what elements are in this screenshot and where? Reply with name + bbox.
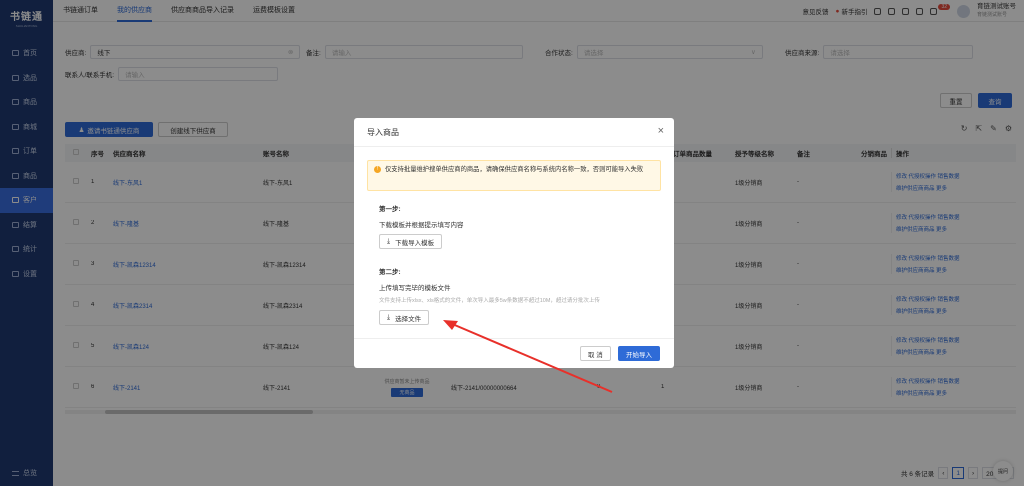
modal-divider-top [354,146,674,147]
warning-icon: ! [374,166,381,173]
download-label: 下载导入模板 [395,239,435,247]
choose-file-label: 选择文件 [395,315,422,323]
modal-divider-bottom [354,338,674,339]
choose-file-button[interactable]: ⤓ 选择文件 [379,310,430,325]
download-icon: ⤓ [387,237,391,245]
step2-title: 第二步: [379,269,401,276]
modal-title: 导入商品 [367,128,399,137]
start-import-button[interactable]: 开始导入 [618,346,660,361]
download-template-button[interactable]: ⤓ 下载导入模板 [379,234,443,249]
step2-desc: 上传填写完毕的模板文件 [379,285,451,292]
upload-file-icon: ⤓ [387,313,391,321]
step1-title: 第一步: [379,206,401,213]
warning-text: 仅支持批量维护搜单供应商的商品，请确保供应商名称与系统内名称一致，否则可能导入失… [385,166,644,173]
warning-alert: ! 仅支持批量维护搜单供应商的商品，请确保供应商名称与系统内名称一致，否则可能导… [367,160,661,191]
cancel-button[interactable]: 取 消 [580,346,611,361]
step2-hint: 文件支持上传xlsx、xls格式的文件，单次导入最多5w条数据不超过10M，超过… [379,298,600,304]
step1-desc: 下载模板并根据提示填写内容 [379,222,464,229]
close-icon[interactable]: × [658,125,664,137]
import-modal: 导入商品 × ! 仅支持批量维护搜单供应商的商品，请确保供应商名称与系统内名称一… [354,118,674,368]
